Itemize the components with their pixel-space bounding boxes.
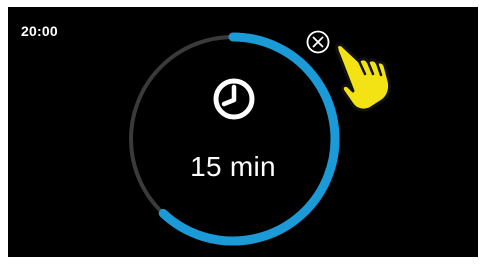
close-icon[interactable] bbox=[304, 28, 332, 56]
timer-duration-label: 15 min bbox=[190, 151, 276, 182]
timer-progress-arc bbox=[158, 32, 340, 246]
display-frame: 20:00 15 min bbox=[0, 0, 484, 265]
clock-icon bbox=[213, 78, 255, 120]
appliance-screen: 20:00 15 min bbox=[8, 7, 478, 257]
pointing-hand-icon bbox=[335, 43, 392, 112]
timer-dial[interactable] bbox=[8, 7, 478, 257]
